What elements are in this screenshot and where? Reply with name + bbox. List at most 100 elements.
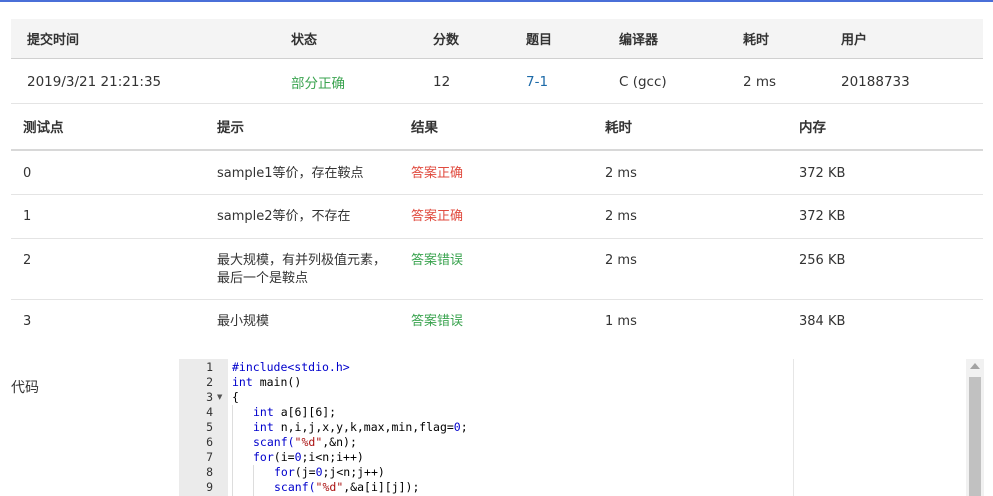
code-token: "%d" [315, 480, 344, 494]
problem-link[interactable]: 7-1 [526, 60, 548, 103]
code-token: #include<stdio.h> [232, 360, 350, 374]
submission-table-header: 提交时间 状态 分数 题目 编译器 耗时 用户 [11, 19, 983, 59]
testpoint-memory: 372 KB [799, 209, 846, 224]
testpoint-memory: 384 KB [799, 314, 846, 329]
header-compiler: 编译器 [619, 33, 659, 48]
code-token: 0 [294, 450, 302, 464]
code-token: 0 [453, 420, 461, 434]
testpoint-time: 1 ms [605, 314, 637, 329]
code-token: scanf( [274, 480, 316, 494]
testpoint-hint-line: 最后一个是鞍点 [217, 271, 309, 286]
header-testpoint: 测试点 [23, 120, 64, 136]
code-token: ;j<n;j++) [322, 465, 385, 479]
user-value: 20188733 [841, 73, 910, 90]
testpoint-id: 1 [23, 209, 32, 224]
code-token: for [253, 450, 274, 464]
indent-guide [253, 465, 254, 496]
testpoint-time: 2 ms [605, 209, 637, 224]
testpoint-memory: 372 KB [799, 166, 846, 181]
testpoint-memory: 256 KB [799, 253, 846, 268]
indent-guide [232, 405, 233, 496]
code-token: n,i,j,x,y,k,max,min,flag= [273, 420, 454, 434]
code-token: ; [460, 420, 468, 434]
code-token: 0 [315, 465, 323, 479]
testpoint-id: 3 [23, 314, 32, 329]
code-token: ,&n); [322, 435, 357, 449]
testpoint-result: 答案正确 [411, 166, 464, 181]
testpoint-hint: sample2等价，不存在 [217, 209, 351, 224]
line-number: 7 [206, 450, 213, 464]
code-editor[interactable]: 1 2 3 ▼ 4 5 6 7 8 9 #include<stdio.h> in… [179, 359, 793, 496]
testpoint-hint: 最大规模，有并列极值元素， 最后一个是鞍点 [217, 252, 386, 288]
code-label: 代码 [11, 380, 39, 396]
code-token: for [274, 465, 295, 479]
code-line: int a[6][6]; [253, 405, 336, 420]
table-row: 2 最大规模，有并列极值元素， 最后一个是鞍点 答案错误 2 ms 256 KB [11, 240, 983, 300]
line-number: 4 [206, 405, 213, 419]
compiler-value: C (gcc) [619, 73, 667, 90]
code-line: scanf("%d",&a[i][j]); [274, 480, 419, 495]
submission-row: 2019/3/21 21:21:35 部分正确 12 7-1 C (gcc) 2… [11, 60, 983, 104]
testpoint-table-header: 测试点 提示 结果 耗时 内存 [11, 105, 983, 151]
line-number: 3 [206, 390, 213, 404]
testpoint-hint-line: 最大规模，有并列极值元素， [217, 253, 387, 268]
code-token: main() [252, 375, 302, 389]
submit-time: 2019/3/21 21:21:35 [27, 73, 162, 90]
testpoint-time: 2 ms [605, 253, 637, 268]
line-number: 8 [206, 465, 213, 479]
testpoint-result: 答案错误 [411, 253, 464, 268]
line-number: 1 [206, 360, 213, 374]
duration-value: 2 ms [743, 73, 777, 90]
header-status: 状态 [291, 33, 318, 48]
code-token: scanf( [253, 435, 295, 449]
header-time: 耗时 [605, 120, 632, 136]
header-submit-time: 提交时间 [27, 33, 80, 48]
code-line: int main() [232, 375, 301, 390]
code-line: for(i=0;i<n;i++) [253, 450, 364, 465]
header-result: 结果 [411, 120, 438, 136]
header-memory: 内存 [799, 120, 826, 136]
code-token: (j= [294, 465, 316, 479]
code-token: int [253, 405, 274, 419]
editor-scrollbar[interactable] [966, 359, 984, 496]
scrollbar-thumb[interactable] [969, 377, 981, 496]
code-token: int [232, 375, 253, 389]
status-badge: 部分正确 [291, 75, 345, 92]
table-row: 0 sample1等价，存在鞍点 答案正确 2 ms 372 KB [11, 152, 983, 195]
editor-side-pane [793, 359, 993, 496]
code-token: "%d" [294, 435, 323, 449]
line-number: 6 [206, 435, 213, 449]
header-problem: 题目 [526, 33, 553, 48]
header-hint: 提示 [217, 120, 244, 136]
fold-arrow-icon[interactable]: ▼ [217, 390, 222, 405]
line-number: 5 [206, 420, 213, 434]
line-number: 9 [206, 480, 213, 494]
code-line: for(j=0;j<n;j++) [274, 465, 385, 480]
code-line: scanf("%d",&n); [253, 435, 357, 450]
code-line: #include<stdio.h> [232, 360, 350, 375]
code-token: a[6][6]; [273, 405, 337, 419]
code-token: ;i<n;i++) [301, 450, 364, 464]
header-duration: 耗时 [743, 33, 770, 48]
header-user: 用户 [841, 33, 868, 48]
table-row: 1 sample2等价，不存在 答案正确 2 ms 372 KB [11, 196, 983, 239]
code-token: { [232, 390, 239, 404]
top-accent-line [0, 0, 993, 2]
testpoint-hint: 最小规模 [217, 314, 270, 329]
code-token: int [253, 420, 274, 434]
testpoint-id: 2 [23, 253, 32, 268]
code-line: int n,i,j,x,y,k,max,min,flag=0; [253, 420, 468, 435]
line-number: 2 [206, 375, 213, 389]
testpoint-result: 答案错误 [411, 314, 464, 329]
table-row: 3 最小规模 答案错误 1 ms 384 KB [11, 301, 983, 343]
testpoint-id: 0 [23, 166, 32, 181]
code-token: (i= [273, 450, 295, 464]
score-value: 12 [433, 73, 451, 90]
code-token: ,&a[i][j]); [343, 480, 420, 494]
testpoint-result: 答案正确 [411, 209, 464, 224]
testpoint-time: 2 ms [605, 166, 637, 181]
scroll-up-icon[interactable] [970, 363, 980, 369]
code-line: { [232, 390, 239, 405]
line-number-gutter: 1 2 3 ▼ 4 5 6 7 8 9 [179, 359, 228, 496]
header-score: 分数 [433, 33, 460, 48]
